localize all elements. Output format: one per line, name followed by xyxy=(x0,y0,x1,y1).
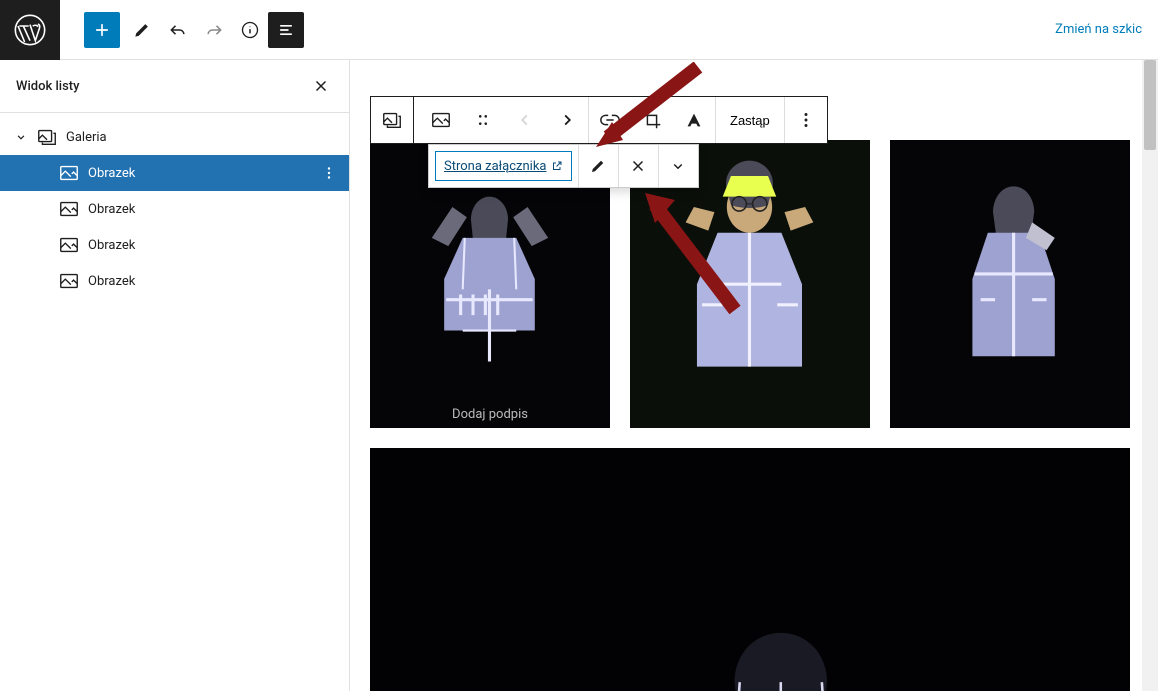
gallery-image[interactable] xyxy=(370,448,1130,691)
crop-icon xyxy=(641,109,663,131)
image-icon xyxy=(430,109,452,131)
sidebar-title: Widok listy xyxy=(16,79,79,94)
chevron-left-icon xyxy=(514,109,536,131)
editor-topbar: Zmień na szkic xyxy=(0,0,1158,60)
undo-icon xyxy=(168,20,188,40)
tree-item-label: Obrazek xyxy=(88,166,135,181)
more-block-options-button[interactable] xyxy=(785,97,827,143)
list-view-button[interactable] xyxy=(268,12,304,48)
block-toolbar-group: Zastąp xyxy=(716,97,785,143)
drag-icon xyxy=(472,109,494,131)
sidebar-header: Widok listy xyxy=(0,60,349,113)
close-icon xyxy=(629,157,647,175)
text-overlay-button[interactable] xyxy=(673,97,715,143)
block-toolbar: Zastąp xyxy=(370,96,828,144)
caption-placeholder[interactable]: Dodaj podpis xyxy=(370,407,610,422)
block-toolbar-group xyxy=(370,96,414,144)
remove-link-button[interactable] xyxy=(618,145,658,187)
tree-item-image[interactable]: Obrazek xyxy=(0,155,349,191)
image-icon xyxy=(58,234,80,256)
toolbar-left xyxy=(60,12,304,48)
external-link-icon xyxy=(551,160,563,172)
list-view-icon xyxy=(276,20,296,40)
tree-item-label: Obrazek xyxy=(88,202,135,217)
gallery-icon xyxy=(36,126,58,148)
edit-link-button[interactable] xyxy=(578,145,618,187)
tree-item-image[interactable]: Obrazek xyxy=(0,263,349,299)
edit-tool-button[interactable] xyxy=(124,12,160,48)
text-overlay-icon xyxy=(683,109,705,131)
close-icon xyxy=(312,77,330,95)
pencil-icon xyxy=(589,157,607,175)
link-url-display[interactable]: Strona załącznika xyxy=(435,151,572,181)
close-sidebar-button[interactable] xyxy=(309,74,333,98)
image-content xyxy=(370,448,1130,691)
scroll-thumb[interactable] xyxy=(1144,60,1156,150)
plus-icon xyxy=(92,20,112,40)
redo-button xyxy=(196,12,232,48)
move-left-button xyxy=(504,97,546,143)
topbar-right: Zmień na szkic xyxy=(1055,22,1158,37)
switch-to-draft-link[interactable]: Zmień na szkic xyxy=(1055,22,1142,37)
editor-canvas-area: Zastąp Strona załącznika xyxy=(350,60,1158,691)
canvas: Zastąp Strona załącznika xyxy=(370,140,1130,691)
tree-item-image[interactable]: Obrazek xyxy=(0,227,349,263)
wordpress-logo[interactable] xyxy=(0,0,60,60)
chevron-right-icon xyxy=(556,109,578,131)
parent-block-button[interactable] xyxy=(371,97,413,143)
drag-handle-button[interactable] xyxy=(462,97,504,143)
move-right-button[interactable] xyxy=(546,97,588,143)
tree-item-image[interactable]: Obrazek xyxy=(0,191,349,227)
add-block-button[interactable] xyxy=(84,12,120,48)
link-icon xyxy=(599,109,621,131)
image-content xyxy=(890,140,1130,428)
tree-item-label: Obrazek xyxy=(88,274,135,289)
link-settings-button[interactable] xyxy=(658,145,698,187)
kebab-icon xyxy=(320,164,338,182)
gallery-image[interactable] xyxy=(890,140,1130,428)
more-options-button[interactable] xyxy=(317,161,341,185)
list-view-sidebar: Widok listy Galeria Obrazek xyxy=(0,60,350,691)
image-icon xyxy=(58,198,80,220)
info-button[interactable] xyxy=(232,12,268,48)
image-icon xyxy=(58,162,80,184)
block-type-button[interactable] xyxy=(420,97,462,143)
tree-item-label: Galeria xyxy=(66,130,107,145)
tree-item-gallery[interactable]: Galeria xyxy=(0,119,349,155)
replace-button[interactable]: Zastąp xyxy=(716,97,784,143)
redo-icon xyxy=(204,20,224,40)
link-url-text[interactable]: Strona załącznika xyxy=(444,159,547,174)
gallery-block[interactable]: Zastąp Strona załącznika xyxy=(370,140,1130,691)
tree-item-label: Obrazek xyxy=(88,238,135,253)
link-popover: Strona załącznika xyxy=(428,144,699,188)
block-toolbar-group xyxy=(420,97,589,143)
kebab-icon xyxy=(795,109,817,131)
chevron-down-icon xyxy=(669,157,687,175)
wordpress-icon xyxy=(14,14,46,46)
gallery-icon xyxy=(381,109,403,131)
link-button[interactable] xyxy=(589,97,631,143)
block-toolbar-group xyxy=(589,97,716,143)
pencil-icon xyxy=(132,20,152,40)
undo-button[interactable] xyxy=(160,12,196,48)
vertical-scrollbar[interactable] xyxy=(1142,60,1158,691)
crop-button[interactable] xyxy=(631,97,673,143)
chevron-down-icon xyxy=(14,130,28,144)
block-tree: Galeria Obrazek Obrazek Obrazek O xyxy=(0,113,349,305)
info-icon xyxy=(240,20,260,40)
image-icon xyxy=(58,270,80,292)
block-toolbar-group xyxy=(785,97,827,143)
